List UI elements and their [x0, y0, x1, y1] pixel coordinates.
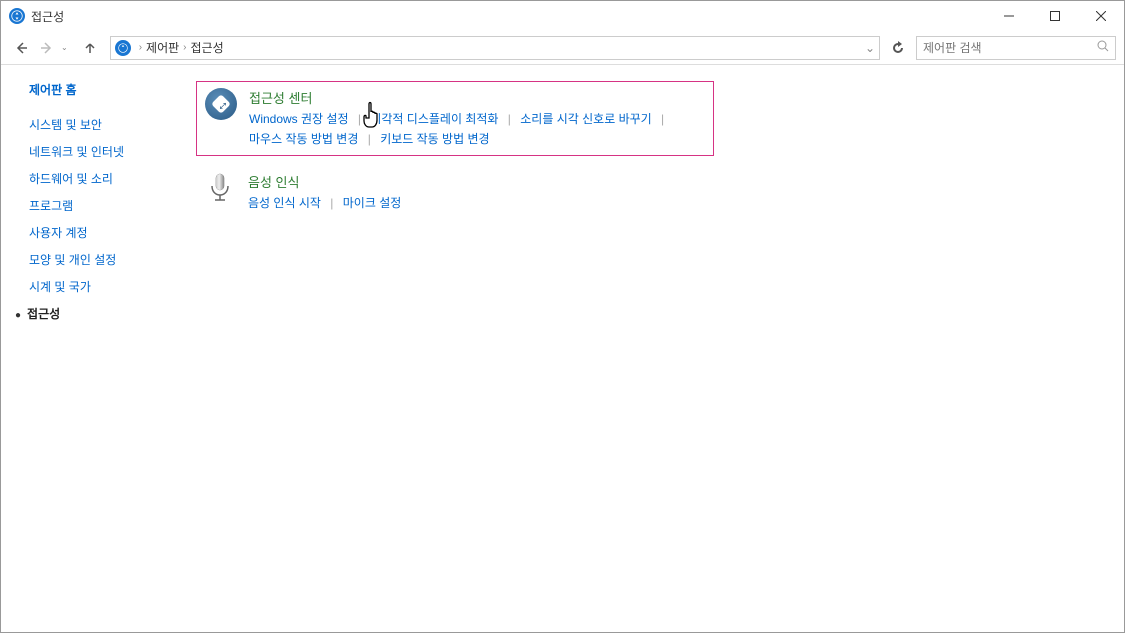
- link-mic-setup[interactable]: 마이크 설정: [343, 196, 402, 210]
- sidebar-item-accessibility[interactable]: 접근성: [27, 305, 60, 322]
- refresh-button[interactable]: [886, 36, 910, 60]
- window-title: 접근성: [31, 8, 64, 25]
- link-optimize-display[interactable]: 시각적 디스플레이 최적화: [370, 112, 498, 126]
- minimize-button[interactable]: [986, 1, 1032, 31]
- history-dropdown[interactable]: ⌄: [61, 43, 68, 52]
- window-titlebar: 접근성: [1, 1, 1124, 31]
- link-mouse-behavior[interactable]: 마우스 작동 방법 변경: [249, 132, 358, 146]
- sidebar-item-system[interactable]: 시스템 및 보안: [29, 116, 196, 133]
- maximize-button[interactable]: [1032, 1, 1078, 31]
- search-box[interactable]: [916, 36, 1116, 60]
- search-icon: [1097, 39, 1109, 57]
- sidebar-item-network[interactable]: 네트워크 및 인터넷: [29, 143, 196, 160]
- breadcrumb-separator: ›: [183, 42, 186, 53]
- navigation-bar: ⌄ › 제어판 › 접근성 ⌄: [1, 31, 1124, 65]
- sidebar-item-appearance[interactable]: 모양 및 개인 설정: [29, 251, 196, 268]
- sidebar-home[interactable]: 제어판 홈: [29, 81, 196, 98]
- category-speech: 음성 인식 음성 인식 시작 | 마이크 설정: [196, 166, 714, 219]
- category-title-speech[interactable]: 음성 인식: [248, 172, 704, 191]
- bullet-icon: ●: [15, 310, 21, 321]
- forward-button[interactable]: [35, 36, 59, 60]
- main-panel: 접근성 센터 Windows 권장 설정 | 시각적 디스플레이 최적화 | 소…: [196, 81, 1124, 632]
- link-separator: |: [330, 196, 333, 210]
- control-panel-icon: [115, 40, 131, 56]
- breadcrumb-separator: ›: [139, 42, 142, 53]
- app-icon: [9, 8, 25, 24]
- category-accessibility: 접근성 센터 Windows 권장 설정 | 시각적 디스플레이 최적화 | 소…: [196, 81, 714, 156]
- sidebar-item-hardware[interactable]: 하드웨어 및 소리: [29, 170, 196, 187]
- breadcrumb-item[interactable]: 제어판: [146, 39, 179, 56]
- sidebar: 제어판 홈 시스템 및 보안 네트워크 및 인터넷 하드웨어 및 소리 프로그램…: [1, 81, 196, 632]
- close-button[interactable]: [1078, 1, 1124, 31]
- accessibility-icon: [205, 88, 237, 120]
- breadcrumb-item[interactable]: 접근성: [191, 39, 224, 56]
- sidebar-item-accounts[interactable]: 사용자 계정: [29, 224, 196, 241]
- link-separator: |: [368, 132, 371, 146]
- link-sound-visual[interactable]: 소리를 시각 신호로 바꾸기: [520, 112, 651, 126]
- chevron-down-icon[interactable]: ⌄: [865, 41, 875, 55]
- link-separator: |: [661, 112, 664, 126]
- up-button[interactable]: [78, 36, 102, 60]
- link-keyboard-behavior[interactable]: 키보드 작동 방법 변경: [380, 132, 489, 146]
- category-title-accessibility[interactable]: 접근성 센터: [249, 88, 703, 107]
- link-separator: |: [358, 112, 361, 126]
- microphone-icon: [204, 172, 236, 204]
- sidebar-item-clock[interactable]: 시계 및 국가: [29, 278, 196, 295]
- search-input[interactable]: [923, 41, 1097, 55]
- sidebar-item-programs[interactable]: 프로그램: [29, 197, 196, 214]
- link-start-speech[interactable]: 음성 인식 시작: [248, 196, 321, 210]
- content-area: 제어판 홈 시스템 및 보안 네트워크 및 인터넷 하드웨어 및 소리 프로그램…: [1, 65, 1124, 632]
- breadcrumb-bar[interactable]: › 제어판 › 접근성 ⌄: [110, 36, 880, 60]
- back-button[interactable]: [9, 36, 33, 60]
- link-windows-recommended[interactable]: Windows 권장 설정: [249, 112, 349, 126]
- link-separator: |: [508, 112, 511, 126]
